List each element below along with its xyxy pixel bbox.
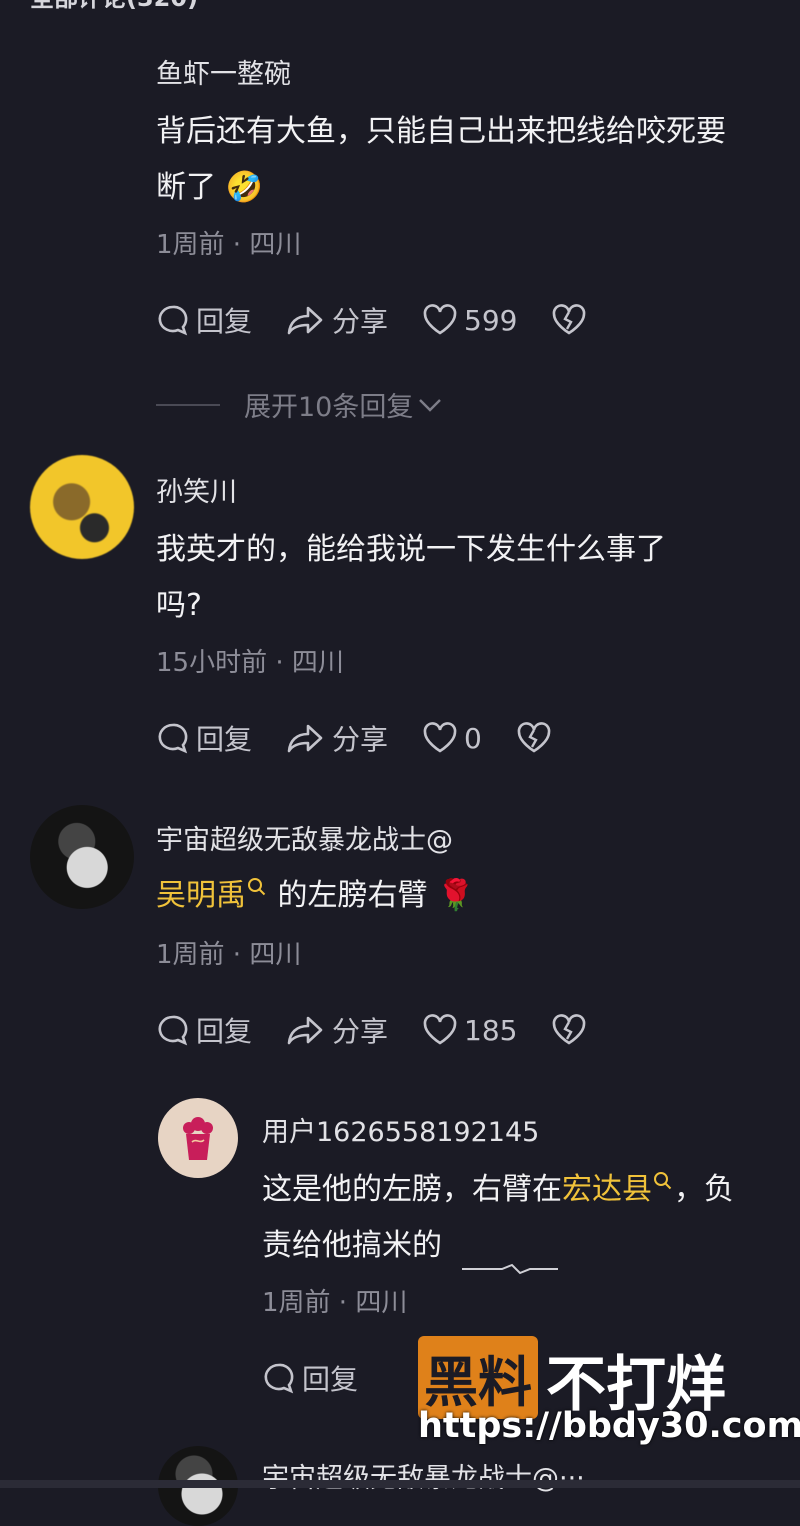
reply-username[interactable]: 用户1626558192145 — [262, 1110, 539, 1149]
avatar[interactable] — [158, 1098, 238, 1178]
avatar[interactable] — [30, 805, 134, 909]
reply-actions: 回复 — [262, 1358, 392, 1398]
reply-label: 回复 — [196, 305, 253, 338]
search-icon — [654, 1172, 672, 1190]
like-button[interactable]: 185 — [422, 1014, 517, 1047]
heart-icon — [423, 304, 457, 335]
heart-icon — [423, 1014, 457, 1045]
share-label: 分享 — [332, 723, 389, 756]
reply-label: 回复 — [302, 1363, 359, 1396]
reply-meta: 1周前 · 四川 — [262, 1288, 408, 1318]
search-icon — [248, 878, 266, 896]
comment-text: 我英才的，能给我说一下发生什么事了 吗? — [156, 522, 786, 634]
comment-actions: 回复 分享 0 — [156, 718, 592, 758]
share-button[interactable]: 分享 — [286, 1010, 388, 1050]
comment-username[interactable]: 宇宙超级无敌暴龙战士@ — [156, 818, 453, 857]
share-arrow-icon — [287, 724, 323, 753]
share-label: 分享 — [332, 1015, 389, 1048]
reply-text-line: 这是他的左膀，右臂在宏达县 ，负 — [262, 1162, 792, 1218]
comment-meta: 1周前 · 四川 — [156, 940, 302, 970]
comment-username[interactable]: 孙笑川 — [156, 470, 237, 509]
comment-actions: 回复 分享 185 — [156, 1010, 627, 1050]
comment-text: 吴明禹 的左膀右臂 🌹 — [156, 868, 786, 924]
comment-text-part: 的左膀右臂 — [277, 878, 428, 913]
reply-bubble-icon — [158, 305, 188, 336]
avatar[interactable] — [30, 455, 134, 559]
broken-heart-icon — [553, 1014, 586, 1045]
broken-heart-icon — [553, 304, 586, 335]
flower-avatar-icon — [183, 1117, 213, 1160]
reply-bubble-icon — [158, 723, 188, 754]
comment-text-line: 背后还有大鱼，只能自己出来把线给咬死要 — [156, 114, 726, 149]
reply-text-part: ，负 — [674, 1172, 734, 1207]
reply-label: 回复 — [196, 723, 253, 756]
comment-username[interactable]: 鱼虾一整碗 — [156, 52, 291, 91]
reply-text-part: 这是他的左膀，右臂在 — [262, 1172, 562, 1207]
comment-page: 全部评论(320) 鱼虾一整碗 背后还有大鱼，只能自己出来把线给咬死要 断了 🤣… — [0, 0, 800, 1526]
comment-text: 背后还有大鱼，只能自己出来把线给咬死要 断了 🤣 — [156, 104, 786, 216]
expand-replies-button[interactable]: 展开10条回复 — [156, 385, 443, 424]
divider-line — [156, 403, 220, 406]
dislike-button[interactable] — [551, 304, 593, 336]
comments-header: 全部评论(320) — [30, 0, 198, 13]
reply-bubble-icon — [158, 1015, 188, 1046]
reply-label: 回复 — [196, 1015, 253, 1048]
watermark-url: https://bbdy30.com — [418, 1406, 800, 1446]
share-button[interactable]: 分享 — [286, 300, 388, 340]
comment-text-line: 断了 🤣 — [156, 160, 786, 216]
comment-text-line: 吗? — [156, 588, 202, 623]
heart-icon — [423, 722, 457, 753]
like-count: 599 — [464, 303, 518, 337]
share-arrow-icon — [287, 306, 323, 335]
like-button[interactable]: 599 — [422, 304, 517, 337]
rose-emoji-icon: 🌹 — [437, 878, 475, 913]
next-comment-username[interactable]: 宇宙超级无敌暴龙战士@··· — [262, 1456, 585, 1495]
mention-link[interactable]: 宏达县 — [562, 1172, 652, 1207]
laughing-emoji-icon: 🤣 — [225, 170, 263, 205]
comment-actions: 回复 分享 599 — [156, 300, 627, 340]
reply-button[interactable]: 回复 — [156, 1010, 252, 1050]
comment-text-line: 我英才的，能给我说一下发生什么事了 — [156, 532, 666, 567]
comment-meta: 1周前 · 四川 — [156, 230, 302, 260]
expand-replies-label: 展开10条回复 — [244, 392, 414, 423]
mention-link[interactable]: 吴明禹 — [156, 878, 246, 913]
reply-button[interactable]: 回复 — [262, 1358, 358, 1398]
comment-meta: 15小时前 · 四川 — [156, 648, 344, 678]
dislike-button[interactable] — [516, 722, 558, 754]
reply-text: 这是他的左膀，右臂在宏达县 ，负 责给他搞米的 — [262, 1162, 792, 1274]
share-label: 分享 — [332, 305, 389, 338]
share-button[interactable]: 分享 — [286, 718, 388, 758]
like-count: 185 — [464, 1013, 518, 1047]
like-count: 0 — [464, 721, 482, 755]
dislike-button[interactable] — [551, 1014, 593, 1046]
broken-heart-icon — [517, 722, 551, 753]
chevron-down-icon — [419, 398, 442, 412]
share-arrow-icon — [287, 1016, 323, 1045]
comment-text-part: 断了 — [156, 170, 216, 205]
reply-button[interactable]: 回复 — [156, 718, 252, 758]
decorative-scribble-icon — [462, 1263, 558, 1275]
reply-bubble-icon — [264, 1363, 294, 1394]
reply-button[interactable]: 回复 — [156, 300, 252, 340]
like-button[interactable]: 0 — [422, 722, 482, 755]
bottom-bar — [0, 1480, 800, 1488]
